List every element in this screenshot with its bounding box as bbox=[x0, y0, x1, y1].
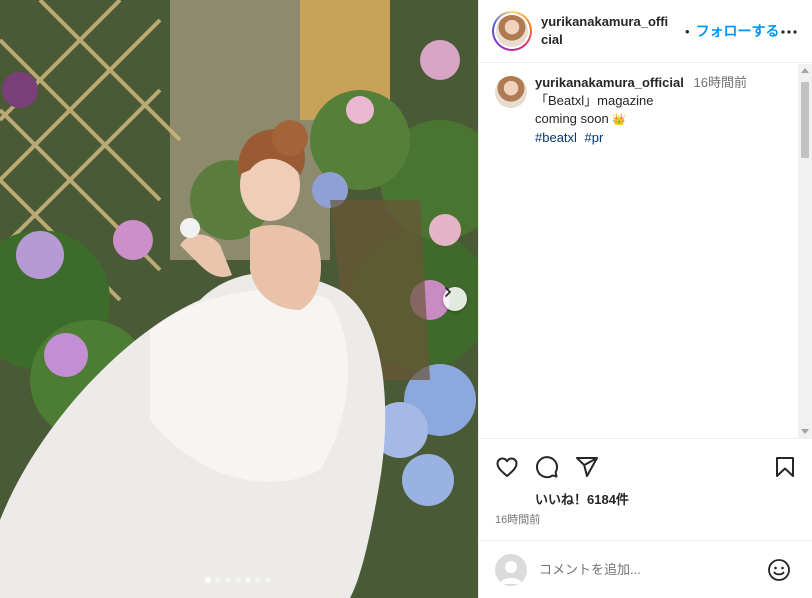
default-avatar-icon bbox=[500, 560, 522, 584]
carousel-dot bbox=[215, 577, 221, 583]
caption-avatar[interactable] bbox=[495, 76, 527, 108]
carousel-dot bbox=[265, 577, 271, 583]
caption-body: yurikanakamura_official 16時間前 「Beatxl」ma… bbox=[535, 74, 747, 147]
action-bar: いいね！6184件 16時間前 bbox=[479, 438, 812, 550]
caption: yurikanakamura_official 16時間前 「Beatxl」ma… bbox=[495, 74, 799, 147]
comments-scrollbar[interactable] bbox=[798, 64, 812, 438]
share-button[interactable] bbox=[575, 455, 599, 482]
photo-illustration bbox=[0, 0, 478, 598]
more-options-icon bbox=[781, 30, 797, 34]
avatar-frame bbox=[494, 13, 530, 49]
comment-box bbox=[479, 540, 812, 598]
crown-emoji: 👑 bbox=[612, 114, 627, 126]
carousel-next-button[interactable] bbox=[443, 287, 467, 311]
emoji-button[interactable] bbox=[767, 558, 791, 585]
bookmark-icon bbox=[776, 457, 794, 477]
save-button[interactable] bbox=[773, 455, 797, 482]
caption-username[interactable]: yurikanakamura_official bbox=[535, 75, 684, 90]
scroll-up-arrow[interactable] bbox=[801, 68, 809, 73]
more-options-button[interactable] bbox=[781, 22, 797, 37]
user-avatar bbox=[495, 553, 527, 586]
carousel-indicator bbox=[205, 577, 271, 583]
heart-icon bbox=[496, 457, 518, 477]
carousel-dot bbox=[235, 577, 241, 583]
post-time[interactable]: 16時間前 bbox=[495, 511, 540, 527]
instagram-post: yurikanakamura_offi cial • フォローする yurika… bbox=[0, 0, 812, 598]
follow-button[interactable]: フォローする bbox=[696, 21, 780, 41]
chevron-right-icon bbox=[445, 287, 451, 297]
scrollbar-thumb[interactable] bbox=[801, 82, 809, 158]
header-username-line2: cial bbox=[541, 32, 563, 47]
hashtag-link[interactable]: #beatxl bbox=[535, 130, 577, 145]
caption-line-2-text: coming soon bbox=[535, 111, 609, 126]
share-icon bbox=[576, 457, 598, 477]
post-header: yurikanakamura_offi cial • フォローする bbox=[479, 0, 812, 63]
carousel-dot bbox=[205, 577, 211, 583]
likes-count[interactable]: いいね！6184件 bbox=[535, 489, 629, 508]
comment-icon bbox=[536, 456, 558, 479]
header-username-line1: yurikanakamura_offi bbox=[541, 14, 669, 29]
post-side-panel: yurikanakamura_offi cial • フォローする yurika… bbox=[478, 0, 812, 598]
carousel-dot bbox=[245, 577, 251, 583]
scroll-down-arrow[interactable] bbox=[801, 429, 809, 434]
caption-line-2: coming soon 👑 bbox=[535, 110, 747, 129]
caption-time[interactable]: 16時間前 bbox=[693, 75, 746, 90]
post-photo[interactable] bbox=[0, 0, 478, 598]
like-button[interactable] bbox=[495, 455, 519, 482]
header-username[interactable]: yurikanakamura_offi cial bbox=[541, 13, 681, 49]
comment-input[interactable] bbox=[539, 562, 759, 577]
caption-line-1: 「Beatxl」magazine bbox=[535, 93, 654, 108]
carousel-dot bbox=[255, 577, 261, 583]
hashtag-link[interactable]: #pr bbox=[585, 130, 604, 145]
comment-button[interactable] bbox=[535, 455, 559, 482]
caption-area: yurikanakamura_official 16時間前 「Beatxl」ma… bbox=[479, 64, 799, 436]
carousel-dot bbox=[225, 577, 231, 583]
smiley-icon bbox=[768, 559, 790, 581]
avatar bbox=[496, 15, 528, 47]
story-ring[interactable] bbox=[492, 11, 532, 51]
caption-hashtags: #beatxl #pr bbox=[535, 129, 747, 147]
header-separator: • bbox=[685, 23, 690, 39]
